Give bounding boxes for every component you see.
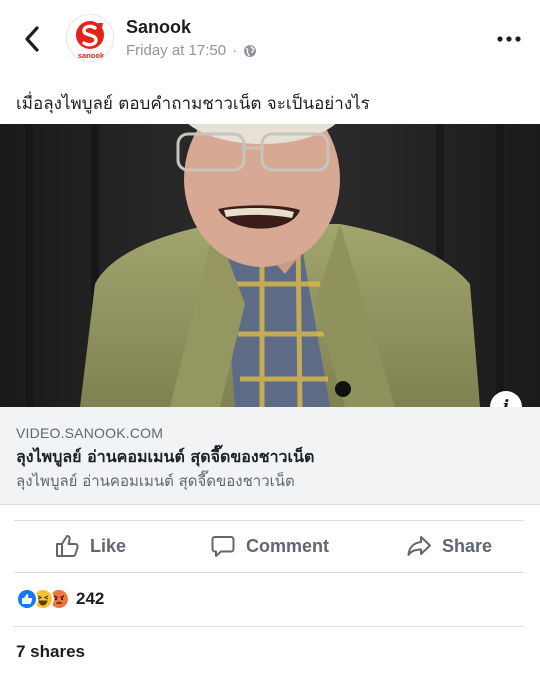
link-title[interactable]: ลุงไพบูลย์ อ่านคอมเมนต์ สุดจี๊ดของชาวเน็… bbox=[16, 445, 314, 470]
post-header: sanook Sanook Friday at 17:50 · bbox=[0, 0, 540, 80]
like-label: Like bbox=[90, 535, 127, 556]
page-avatar[interactable]: sanook bbox=[66, 14, 114, 62]
more-horizontal-icon bbox=[497, 36, 521, 42]
video-thumbnail[interactable]: i bbox=[0, 124, 540, 407]
video-thumbnail-image bbox=[0, 124, 540, 407]
reaction-summary[interactable]: 242 bbox=[16, 586, 104, 612]
post-message: เมื่อลุงไพบูลย์ ตอบคำถามชาวเน็ต จะเป็นอย… bbox=[16, 94, 370, 114]
divider bbox=[14, 520, 524, 521]
back-button[interactable] bbox=[18, 24, 46, 54]
link-domain: VIDEO.SANOOK.COM bbox=[16, 425, 164, 441]
share-count[interactable]: 7 shares bbox=[16, 642, 85, 662]
comment-button[interactable]: Comment bbox=[210, 522, 329, 570]
page-name[interactable]: Sanook bbox=[126, 17, 191, 38]
divider bbox=[14, 572, 524, 573]
link-description: ลุงไพบูลย์ อ่านคอมเมนต์ สุดจี๊ดของชาวเน็… bbox=[16, 472, 295, 490]
like-button[interactable]: Like bbox=[54, 522, 126, 570]
share-button[interactable]: Share bbox=[406, 522, 492, 570]
action-bar: Like Comment Share bbox=[0, 522, 540, 570]
link-preview[interactable]: VIDEO.SANOOK.COM ลุงไพบูลย์ อ่านคอมเมนต์… bbox=[0, 407, 540, 505]
svg-text:sanook: sanook bbox=[78, 51, 105, 60]
like-reaction-icon bbox=[16, 588, 38, 610]
share-arrow-icon bbox=[407, 536, 431, 556]
post-meta: Friday at 17:50 · bbox=[126, 42, 257, 59]
globe-icon bbox=[244, 44, 257, 57]
thumbs-up-icon bbox=[56, 535, 79, 557]
divider bbox=[14, 626, 524, 627]
sanook-logo: sanook bbox=[76, 21, 105, 60]
share-label: Share bbox=[442, 535, 493, 556]
more-options-button[interactable] bbox=[496, 30, 522, 48]
chevron-left-icon bbox=[25, 26, 39, 52]
comment-label: Comment bbox=[246, 535, 330, 556]
comment-icon bbox=[211, 536, 235, 557]
reaction-count: 242 bbox=[76, 589, 105, 608]
post-timestamp[interactable]: Friday at 17:50 bbox=[126, 42, 226, 59]
meta-separator: · bbox=[232, 42, 238, 59]
